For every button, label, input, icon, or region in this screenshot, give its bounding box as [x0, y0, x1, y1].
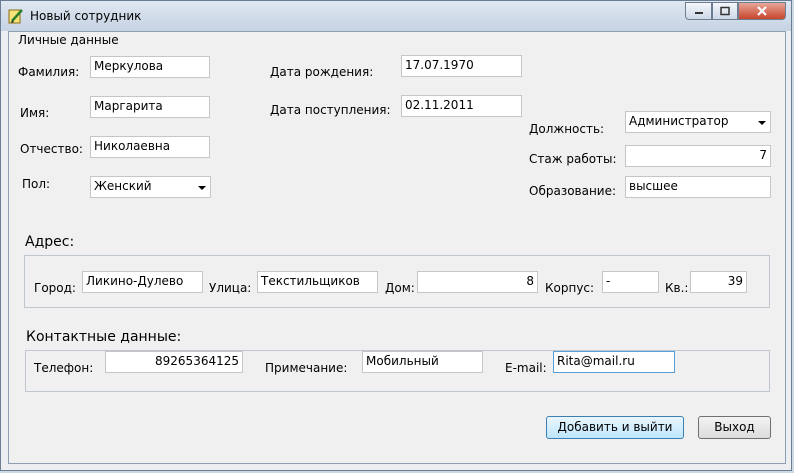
experience-label: Стаж работы:	[529, 152, 617, 166]
personal-group-title: Личные данные	[18, 33, 119, 47]
surname-label: Фамилия:	[18, 65, 80, 79]
hire-date-field[interactable]: 02.11.2011	[401, 95, 522, 117]
city-field[interactable]: Ликино-Дулево	[82, 271, 203, 293]
building-label: Корпус:	[545, 281, 595, 295]
name-label: Имя:	[20, 106, 50, 120]
building-field[interactable]: -	[602, 271, 659, 293]
apartment-field[interactable]: 39	[690, 271, 747, 293]
education-field[interactable]: высшее	[625, 176, 771, 198]
note-field[interactable]: Мобильный	[362, 351, 483, 373]
maximize-button[interactable]	[712, 2, 738, 20]
close-button[interactable]	[738, 2, 786, 20]
address-title: Адрес:	[25, 234, 75, 250]
gender-label: Пол:	[22, 177, 51, 191]
minimize-button[interactable]	[685, 2, 712, 20]
contacts-title: Контактные данные:	[26, 329, 182, 345]
position-label: Должность:	[529, 122, 605, 136]
house-field[interactable]: 8	[417, 271, 538, 293]
city-label: Город:	[34, 281, 76, 295]
house-label: Дом:	[385, 281, 415, 295]
chevron-down-icon	[198, 186, 206, 190]
employee-window: Новый сотрудник Личные данные Фамилия: М…	[0, 0, 792, 471]
apartment-label: Кв.:	[665, 281, 689, 295]
add-and-exit-button[interactable]: Добавить и выйти	[546, 416, 684, 439]
patronymic-field[interactable]: Николаевна	[90, 136, 210, 158]
birth-date-label: Дата рождения:	[270, 65, 374, 79]
hire-date-label: Дата поступления:	[270, 103, 391, 117]
gender-select[interactable]: Женский	[90, 176, 211, 198]
close-icon	[757, 6, 767, 16]
title-bar[interactable]: Новый сотрудник	[1, 1, 791, 31]
exit-button[interactable]: Выход	[698, 416, 771, 439]
maximize-icon	[720, 6, 730, 16]
street-label: Улица:	[209, 281, 252, 295]
patronymic-label: Отчество:	[20, 142, 83, 156]
name-field[interactable]: Маргарита	[90, 96, 210, 118]
education-label: Образование:	[529, 184, 617, 198]
note-label: Примечание:	[265, 361, 348, 375]
chevron-down-icon	[758, 121, 766, 125]
phone-label: Телефон:	[34, 361, 94, 375]
surname-field[interactable]: Меркулова	[90, 56, 210, 78]
window-title: Новый сотрудник	[30, 9, 142, 23]
position-value: Администратор	[629, 114, 729, 128]
pencil-app-icon	[8, 9, 23, 24]
minimize-icon	[694, 12, 703, 14]
position-select[interactable]: Администратор	[625, 111, 771, 133]
phone-field[interactable]: 89265364125	[105, 351, 243, 373]
form-body: Личные данные Фамилия: Меркулова Имя: Ма…	[8, 31, 786, 464]
experience-field[interactable]: 7	[625, 145, 771, 167]
birth-date-field[interactable]: 17.07.1970	[401, 55, 522, 77]
email-label: E-mail:	[505, 361, 547, 375]
gender-value: Женский	[94, 179, 152, 193]
email-field[interactable]: Rita@mail.ru	[553, 351, 675, 373]
street-field[interactable]: Текстильщиков	[257, 271, 378, 293]
